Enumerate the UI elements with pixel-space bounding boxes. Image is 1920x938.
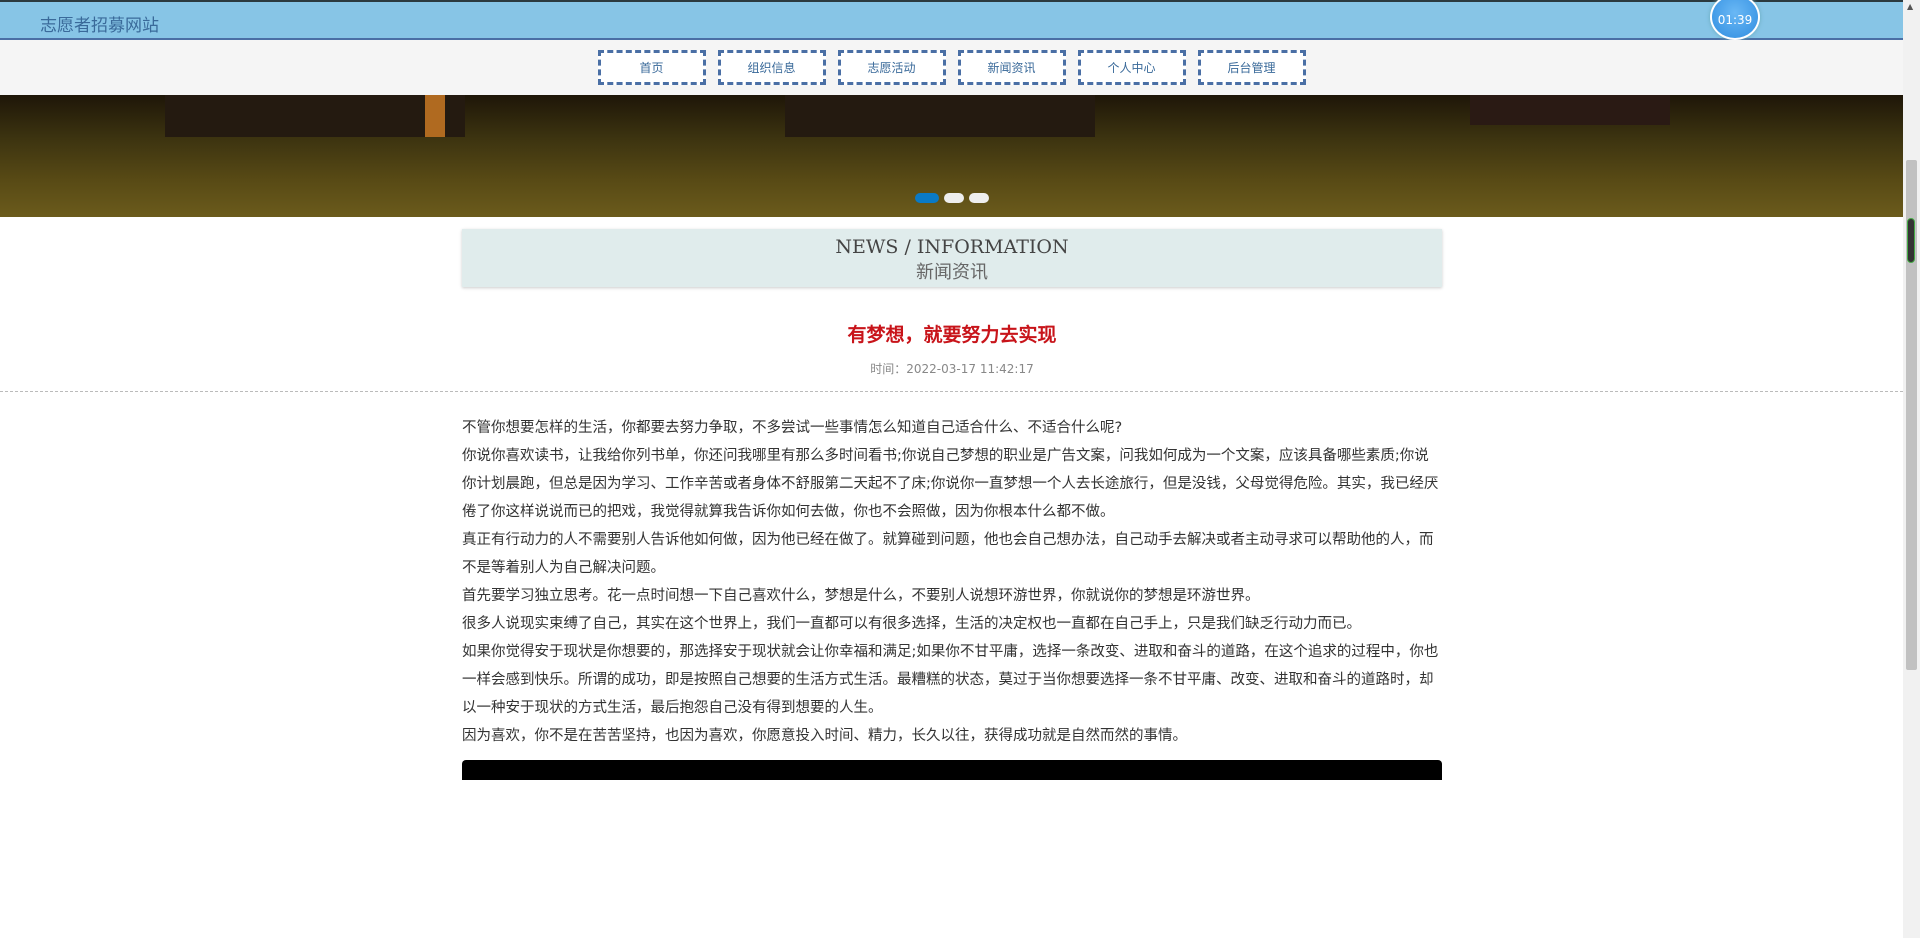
article-paragraph: 不管你想要怎样的生活，你都要去努力争取，不多尝试一些事情怎么知道自己适合什么、不… (462, 420, 1123, 436)
carousel-dots (914, 193, 989, 203)
article-content: 不管你想要怎样的生活，你都要去努力争取，不多尝试一些事情怎么知道自己适合什么、不… (462, 414, 1442, 750)
page-scrollbar[interactable]: ▲ (1903, 0, 1920, 938)
nav-home[interactable]: 首页 (597, 50, 706, 85)
banner-pillar (425, 95, 445, 137)
carousel-dot-2[interactable] (943, 193, 964, 203)
banner-pillar (785, 95, 1095, 137)
clock-badge[interactable]: 01:39 (1710, 0, 1760, 40)
section-heading-en: NEWS / INFORMATION (835, 236, 1069, 258)
nav-admin[interactable]: 后台管理 (1197, 50, 1306, 85)
nav-activities[interactable]: 志愿活动 (837, 50, 946, 85)
scroll-up-arrow-icon[interactable]: ▲ (1907, 2, 1913, 11)
site-header: 志愿者招募网站 01:39 (0, 0, 1903, 40)
banner-boat (1470, 95, 1670, 125)
article-paragraph: 如果你觉得安于现状是你想要的，那选择安于现状就会让你幸福和满足;如果你不甘平庸，… (462, 644, 1439, 716)
banner-carousel[interactable] (0, 95, 1903, 217)
carousel-dot-3[interactable] (968, 193, 989, 203)
article-footer-bar (462, 760, 1442, 780)
scroll-indicator (1907, 218, 1915, 263)
site-title[interactable]: 志愿者招募网站 (40, 11, 159, 36)
article-paragraph: 首先要学习独立思考。花一点时间想一下自己喜欢什么，梦想是什么，不要别人说想环游世… (462, 588, 1260, 604)
article-paragraph: 很多人说现实束缚了自己，其实在这个世界上，我们一直都可以有很多选择，生活的决定权… (462, 616, 1361, 632)
article-paragraph: 你说你喜欢读书，让我给你列书单，你还问我哪里有那么多时间看书;你说自己梦想的职业… (462, 448, 1439, 520)
nav-organization[interactable]: 组织信息 (717, 50, 826, 85)
carousel-dot-1[interactable] (914, 193, 939, 203)
article-paragraph: 真正有行动力的人不需要别人告诉他如何做，因为他已经在做了。就算碰到问题，他也会自… (462, 532, 1434, 576)
article-title: 有梦想，就要努力去实现 (847, 324, 1057, 346)
main-nav: 首页 组织信息 志愿活动 新闻资讯 个人中心 后台管理 (0, 40, 1903, 95)
article-paragraph: 因为喜欢，你不是在苦苦坚持，也因为喜欢，你愿意投入时间、精力，长久以往，获得成功… (462, 728, 1187, 744)
section-heading-cn: 新闻资讯 (916, 262, 988, 283)
section-heading: NEWS / INFORMATION 新闻资讯 (462, 229, 1442, 287)
nav-profile[interactable]: 个人中心 (1077, 50, 1186, 85)
banner-pillar (165, 95, 465, 137)
article-time: 时间：2022-03-17 11:42:17 (870, 362, 1034, 376)
divider (0, 391, 1903, 392)
nav-news[interactable]: 新闻资讯 (957, 50, 1066, 85)
